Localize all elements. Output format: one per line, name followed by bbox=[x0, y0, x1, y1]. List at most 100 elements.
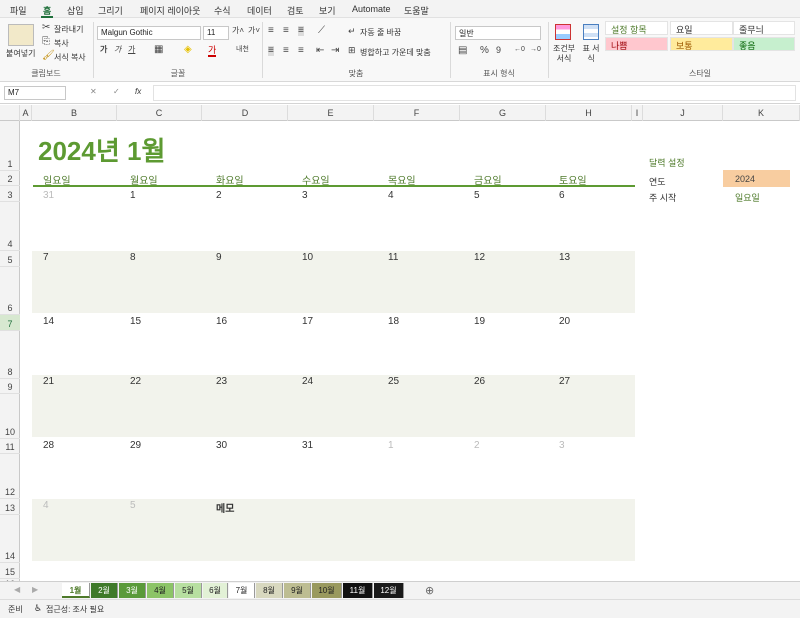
next-sheet-icon[interactable]: ▶ bbox=[32, 585, 38, 594]
cut-button[interactable]: 잘라내기 bbox=[54, 24, 83, 35]
column-header-H[interactable]: H bbox=[546, 105, 632, 121]
menu-item-5[interactable]: 수식 bbox=[214, 4, 231, 17]
function-icon[interactable]: fx bbox=[135, 87, 141, 96]
row-header-4[interactable]: 4 bbox=[0, 202, 20, 251]
column-header-E[interactable]: E bbox=[288, 105, 374, 121]
sheet-tab[interactable]: 6월 bbox=[203, 583, 228, 598]
bold-icon[interactable]: 가 bbox=[100, 46, 107, 54]
calendar-day[interactable]: 7 bbox=[43, 252, 49, 263]
calendar-day[interactable]: 23 bbox=[216, 376, 227, 387]
column-header-J[interactable]: J bbox=[643, 105, 723, 121]
sheet-tab[interactable]: 10월 bbox=[312, 583, 342, 598]
italic-icon[interactable]: 가 bbox=[114, 46, 121, 54]
decrease-indent-icon[interactable]: ⇤ bbox=[316, 46, 324, 56]
column-header-A[interactable]: A bbox=[20, 105, 32, 121]
fill-color-icon[interactable]: ◈ bbox=[184, 45, 192, 55]
select-all-corner[interactable] bbox=[0, 105, 20, 121]
cell-style-5[interactable]: 좋음 bbox=[733, 37, 795, 51]
cell-style-4[interactable]: 보통 bbox=[670, 37, 733, 51]
row-header-5[interactable]: 5 bbox=[0, 251, 20, 267]
menu-item-9[interactable]: Automate bbox=[352, 4, 391, 14]
week-start-value-cell[interactable]: 일요일 bbox=[735, 191, 760, 204]
calendar-day[interactable]: 20 bbox=[559, 316, 570, 327]
merge-icon[interactable]: ⊞ bbox=[348, 46, 356, 55]
calendar-day[interactable]: 5 bbox=[130, 500, 136, 511]
prev-sheet-icon[interactable]: ◀ bbox=[14, 585, 20, 594]
column-header-G[interactable]: G bbox=[460, 105, 546, 121]
align-center-icon[interactable]: ≡ bbox=[283, 46, 289, 56]
calendar-day[interactable]: 2 bbox=[216, 190, 222, 201]
calendar-day[interactable]: 18 bbox=[388, 316, 399, 327]
orientation-icon[interactable]: ⟋ bbox=[318, 26, 325, 36]
menu-item-6[interactable]: 데이터 bbox=[247, 4, 272, 17]
calendar-day[interactable]: 26 bbox=[474, 376, 485, 387]
align-top-icon[interactable]: ≡ bbox=[268, 26, 274, 36]
increase-indent-icon[interactable]: ⇥ bbox=[331, 46, 339, 56]
number-format-select[interactable]: 일반 bbox=[455, 26, 541, 40]
cut-icon[interactable]: ✂ bbox=[42, 23, 50, 33]
name-box[interactable]: M7 bbox=[4, 86, 66, 100]
calendar-day[interactable]: 31 bbox=[302, 440, 313, 451]
cell-style-1[interactable]: 요일 bbox=[670, 21, 733, 35]
row-header-13[interactable]: 13 bbox=[0, 499, 20, 515]
row-header-10[interactable]: 10 bbox=[0, 394, 20, 439]
row-header-11[interactable]: 11 bbox=[0, 439, 20, 454]
format-as-table-icon[interactable] bbox=[583, 24, 599, 40]
calendar-day[interactable]: 14 bbox=[43, 316, 54, 327]
menu-item-10[interactable]: 도움말 bbox=[404, 4, 429, 17]
row-header-2[interactable]: 2 bbox=[0, 171, 20, 186]
sheet-tab[interactable]: 12월 bbox=[374, 583, 404, 598]
calendar-day[interactable]: 8 bbox=[130, 252, 136, 263]
cancel-icon[interactable]: ✕ bbox=[90, 87, 97, 96]
calendar-day[interactable]: 17 bbox=[302, 316, 313, 327]
column-header-C[interactable]: C bbox=[117, 105, 202, 121]
calendar-day[interactable]: 19 bbox=[474, 316, 485, 327]
wrap-text-icon[interactable]: ↵ bbox=[348, 27, 356, 36]
format-painter-button[interactable]: 서식 복사 bbox=[54, 52, 86, 63]
copy-button[interactable]: 복사 bbox=[54, 38, 69, 49]
accessibility-status[interactable]: 접근성: 조사 필요 bbox=[46, 604, 104, 615]
year-value-cell[interactable]: 2024 bbox=[723, 170, 790, 187]
calendar-day[interactable]: 28 bbox=[43, 440, 54, 451]
menu-item-2[interactable]: 삽입 bbox=[67, 4, 84, 17]
sheet-tab[interactable]: 3월 bbox=[119, 583, 146, 598]
underline-icon[interactable]: 가 bbox=[128, 46, 135, 54]
sheet-tab[interactable]: 11월 bbox=[343, 583, 373, 598]
column-header-I[interactable]: I bbox=[632, 105, 643, 121]
calendar-day[interactable]: 3 bbox=[302, 190, 308, 201]
calendar-day[interactable]: 29 bbox=[130, 440, 141, 451]
calendar-day[interactable]: 1 bbox=[130, 190, 136, 201]
format-as-table-button[interactable]: 표 서식 bbox=[580, 44, 602, 64]
calendar-day[interactable]: 15 bbox=[130, 316, 141, 327]
increase-font-icon[interactable]: 가˄ bbox=[232, 27, 244, 35]
comma-icon[interactable]: 9 bbox=[496, 46, 501, 55]
decrease-decimal-icon[interactable]: →0 bbox=[530, 46, 541, 53]
calendar-day[interactable]: 30 bbox=[216, 440, 227, 451]
calendar-day[interactable]: 21 bbox=[43, 376, 54, 387]
decrease-font-icon[interactable]: 가˅ bbox=[248, 27, 260, 35]
conditional-format-button[interactable]: 조건부 서식 bbox=[552, 44, 576, 64]
cell-style-3[interactable]: 나쁨 bbox=[605, 37, 668, 51]
calendar-day[interactable]: 24 bbox=[302, 376, 313, 387]
font-size-select[interactable]: 11 bbox=[203, 26, 229, 40]
calendar-day[interactable]: 25 bbox=[388, 376, 399, 387]
paste-button[interactable]: 붙여넣기 bbox=[6, 48, 35, 59]
sheet-tab[interactable]: 5월 bbox=[175, 583, 202, 598]
calendar-day[interactable]: 9 bbox=[216, 252, 222, 263]
cell-style-2[interactable]: 줄무늬 bbox=[733, 21, 795, 35]
increase-decimal-icon[interactable]: ←0 bbox=[514, 46, 525, 53]
merge-center-button[interactable]: 병합하고 가운데 맞춤 bbox=[360, 47, 431, 58]
menu-item-3[interactable]: 그리기 bbox=[98, 4, 123, 17]
calendar-day[interactable]: 6 bbox=[559, 190, 565, 201]
row-header-7[interactable]: 7 bbox=[0, 315, 20, 331]
calendar-day[interactable]: 22 bbox=[130, 376, 141, 387]
row-header-14[interactable]: 14 bbox=[0, 515, 20, 563]
sheet-tab[interactable]: 8월 bbox=[256, 583, 283, 598]
worksheet[interactable]: 2024년 1월 일요일 월요일 화요일 수요일 목요일 금요일 토요일 31 1 2 3 4 5 6 7 8… bbox=[20, 121, 800, 581]
cell-style-0[interactable]: 설정 항목 bbox=[605, 21, 668, 35]
column-header-F[interactable]: F bbox=[374, 105, 460, 121]
memo-label[interactable]: 메모 bbox=[216, 500, 234, 515]
align-middle-icon[interactable]: ≡ bbox=[283, 26, 289, 36]
calendar-day[interactable]: 31 bbox=[43, 190, 54, 201]
phonetic-icon[interactable]: 내천 bbox=[236, 46, 249, 53]
